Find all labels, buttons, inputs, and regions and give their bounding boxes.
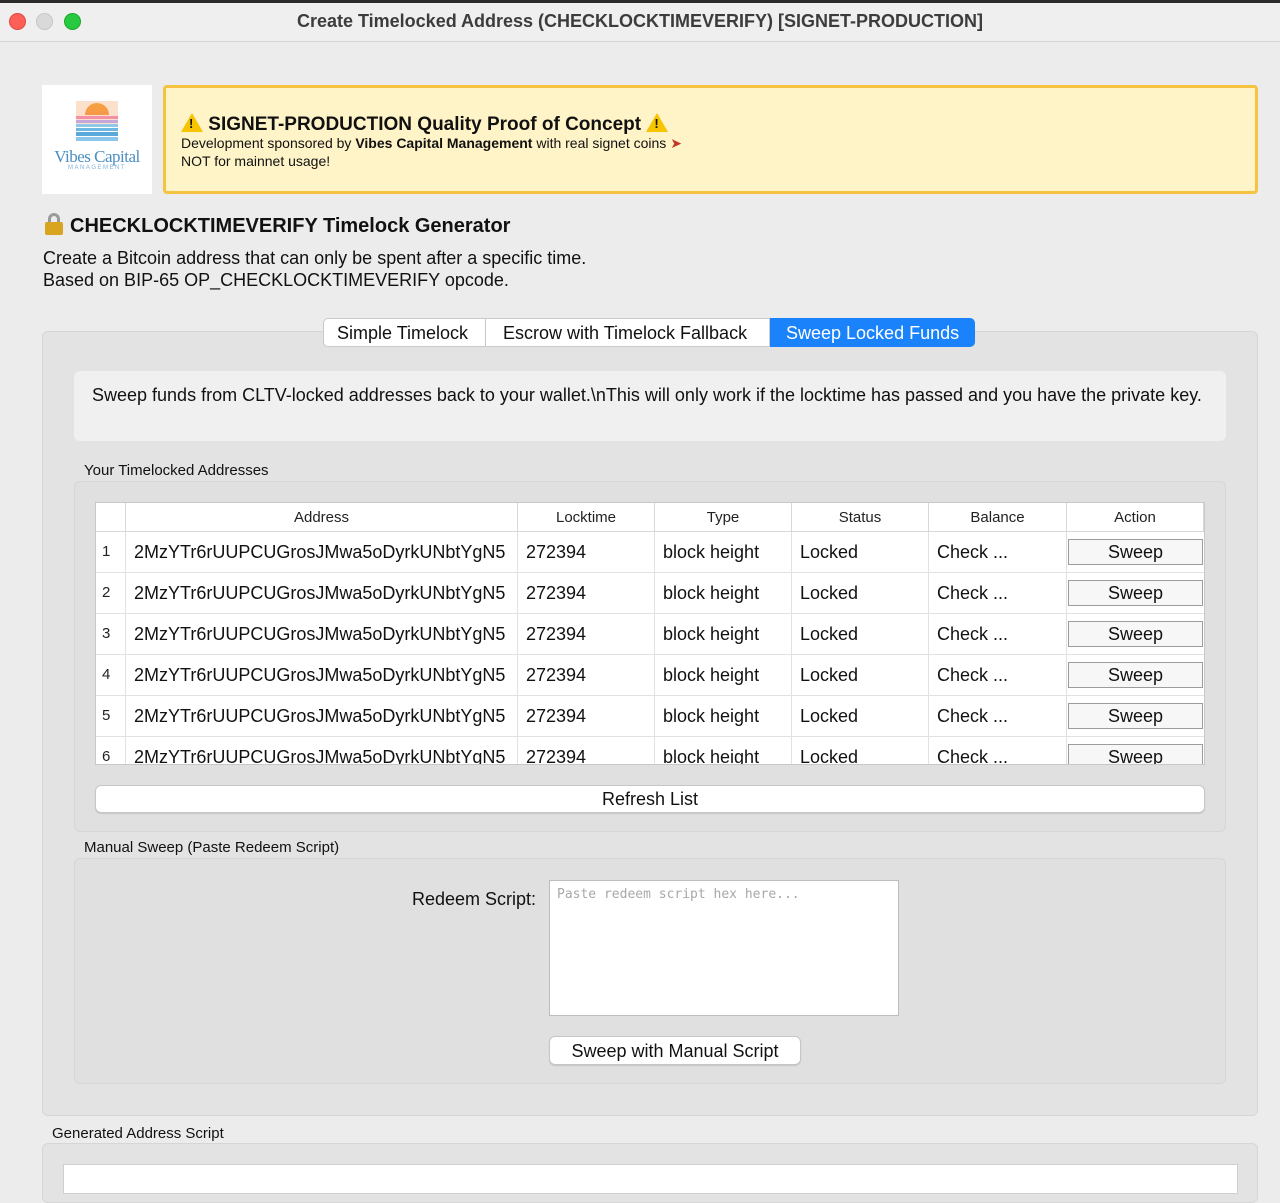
banner-mainnet-warning: NOT for mainnet usage!: [181, 153, 331, 169]
logo-wordmark: Vibes Capital: [54, 147, 140, 166]
locktime-cell: 272394: [518, 696, 655, 737]
type-cell: block height: [655, 737, 792, 764]
page-title: CHECKLOCKTIMEVERIFY Timelock Generator: [44, 213, 510, 238]
warning-icon: [646, 113, 669, 132]
banner-sponsor-suffix: with real signet coins: [532, 135, 667, 151]
row-number: 6: [96, 737, 126, 764]
sunset-logo-icon: [76, 101, 118, 141]
refresh-list-button[interactable]: Refresh List: [95, 785, 1205, 813]
address-cell: 2MzYTr6rUUPCUGrosJMwa5oDyrkUNbtYgN5: [126, 573, 518, 614]
status-cell: Locked: [792, 573, 929, 614]
sweep-button[interactable]: Sweep: [1068, 662, 1203, 688]
row-number: 2: [96, 573, 126, 614]
locktime-cell: 272394: [518, 614, 655, 655]
table-row[interactable]: 5 2MzYTr6rUUPCUGrosJMwa5oDyrkUNbtYgN5 2723…: [96, 696, 1204, 737]
column-header-balance[interactable]: Balance: [929, 503, 1067, 532]
locktime-cell: 272394: [518, 573, 655, 614]
balance-cell: Check ...: [929, 737, 1067, 764]
balance-cell: Check ...: [929, 655, 1067, 696]
balance-cell: Check ...: [929, 573, 1067, 614]
sweep-button[interactable]: Sweep: [1068, 703, 1203, 729]
rocket-icon: ➤: [670, 135, 682, 151]
column-header-locktime[interactable]: Locktime: [518, 503, 655, 532]
column-header-address[interactable]: Address: [126, 503, 518, 532]
type-cell: block height: [655, 573, 792, 614]
banner-sponsor-line: Development sponsored by Vibes Capital M…: [181, 135, 682, 152]
table-row[interactable]: 6 2MzYTr6rUUPCUGrosJMwa5oDyrkUNbtYgN5 2723…: [96, 737, 1204, 764]
redeem-script-label: Redeem Script:: [412, 889, 537, 909]
status-cell: Locked: [792, 696, 929, 737]
banner-sponsor-name: Vibes Capital Management: [355, 135, 533, 151]
tab-escrow-timelock-fallback[interactable]: Escrow with Timelock Fallback: [486, 318, 770, 347]
balance-cell: Check ...: [929, 614, 1067, 655]
balance-cell: Check ...: [929, 696, 1067, 737]
locktime-cell: 272394: [518, 655, 655, 696]
warning-icon: [181, 113, 203, 132]
column-header-status[interactable]: Status: [792, 503, 929, 532]
sweep-button[interactable]: Sweep: [1068, 580, 1203, 606]
title-bar-top-edge: [0, 0, 1280, 3]
tab-simple-timelock[interactable]: Simple Timelock: [323, 318, 486, 347]
tab-bar: Simple Timelock Escrow with Timelock Fal…: [323, 318, 975, 347]
address-cell: 2MzYTr6rUUPCUGrosJMwa5oDyrkUNbtYgN5: [126, 737, 518, 764]
locktime-cell: 272394: [518, 737, 655, 764]
window-title: Create Timelocked Address (CHECKLOCKTIME…: [296, 11, 984, 31]
table-row[interactable]: 2 2MzYTr6rUUPCUGrosJMwa5oDyrkUNbtYgN5 2723…: [96, 573, 1204, 614]
status-cell: Locked: [792, 614, 929, 655]
page-description-line-2: Based on BIP-65 OP_CHECKLOCKTIMEVERIFY o…: [43, 270, 509, 290]
table-row[interactable]: 1 2MzYTr6rUUPCUGrosJMwa5oDyrkUNbtYgN5 2723…: [96, 532, 1204, 573]
timelocked-addresses-table: Address Locktime Type Status Balance Act…: [95, 502, 1205, 765]
logo-subtitle: MANAGEMENT: [67, 165, 126, 171]
row-number: 5: [96, 696, 126, 737]
type-cell: block height: [655, 532, 792, 573]
tab-sweep-locked-funds[interactable]: Sweep Locked Funds: [770, 318, 975, 347]
table-row[interactable]: 3 2MzYTr6rUUPCUGrosJMwa5oDyrkUNbtYgN5 2723…: [96, 614, 1204, 655]
type-cell: block height: [655, 696, 792, 737]
address-cell: 2MzYTr6rUUPCUGrosJMwa5oDyrkUNbtYgN5: [126, 532, 518, 573]
column-header-action[interactable]: Action: [1067, 503, 1204, 532]
row-number: 3: [96, 614, 126, 655]
sweep-manual-script-button[interactable]: Sweep with Manual Script: [549, 1036, 801, 1065]
row-number-header: [96, 503, 126, 532]
page-description-line-1: Create a Bitcoin address that can only b…: [43, 248, 587, 268]
title-bar: Create Timelocked Address (CHECKLOCKTIME…: [0, 0, 1280, 42]
address-cell: 2MzYTr6rUUPCUGrosJMwa5oDyrkUNbtYgN5: [126, 614, 518, 655]
status-cell: Locked: [792, 532, 929, 573]
warning-banner: SIGNET-PRODUCTION Quality Proof of Conce…: [163, 85, 1258, 194]
column-header-type[interactable]: Type: [655, 503, 792, 532]
locktime-cell: 272394: [518, 532, 655, 573]
sweep-button[interactable]: Sweep: [1068, 744, 1203, 764]
row-number: 1: [96, 532, 126, 573]
address-cell: 2MzYTr6rUUPCUGrosJMwa5oDyrkUNbtYgN5: [126, 655, 518, 696]
banner-sponsor-prefix: Development sponsored by: [181, 135, 356, 151]
generated-address-script-label: Generated Address Script: [52, 1125, 224, 1142]
balance-cell: Check ...: [929, 532, 1067, 573]
manual-sweep-label: Manual Sweep (Paste Redeem Script): [84, 839, 340, 856]
generated-address-script-field[interactable]: [63, 1164, 1238, 1194]
sweep-info-text: Sweep funds from CLTV-locked addresses b…: [74, 371, 1226, 441]
page-title-text: CHECKLOCKTIMEVERIFY Timelock Generator: [70, 215, 511, 237]
row-number: 4: [96, 655, 126, 696]
table-row[interactable]: 4 2MzYTr6rUUPCUGrosJMwa5oDyrkUNbtYgN5 2723…: [96, 655, 1204, 696]
address-cell: 2MzYTr6rUUPCUGrosJMwa5oDyrkUNbtYgN5: [126, 696, 518, 737]
type-cell: block height: [655, 614, 792, 655]
status-cell: Locked: [792, 655, 929, 696]
lock-icon: [44, 213, 64, 235]
table-header: Address Locktime Type Status Balance Act…: [96, 503, 1204, 532]
banner-title: SIGNET-PRODUCTION Quality Proof of Conce…: [181, 113, 669, 136]
sweep-button[interactable]: Sweep: [1068, 539, 1203, 565]
banner-title-text: SIGNET-PRODUCTION Quality Proof of Conce…: [208, 114, 642, 135]
redeem-script-input[interactable]: Paste redeem script hex here...: [549, 880, 899, 1016]
timelocked-addresses-label: Your Timelocked Addresses: [84, 462, 269, 479]
sweep-button[interactable]: Sweep: [1068, 621, 1203, 647]
status-cell: Locked: [792, 737, 929, 764]
vibes-capital-logo: Vibes Capital MANAGEMENT: [42, 85, 152, 194]
type-cell: block height: [655, 655, 792, 696]
